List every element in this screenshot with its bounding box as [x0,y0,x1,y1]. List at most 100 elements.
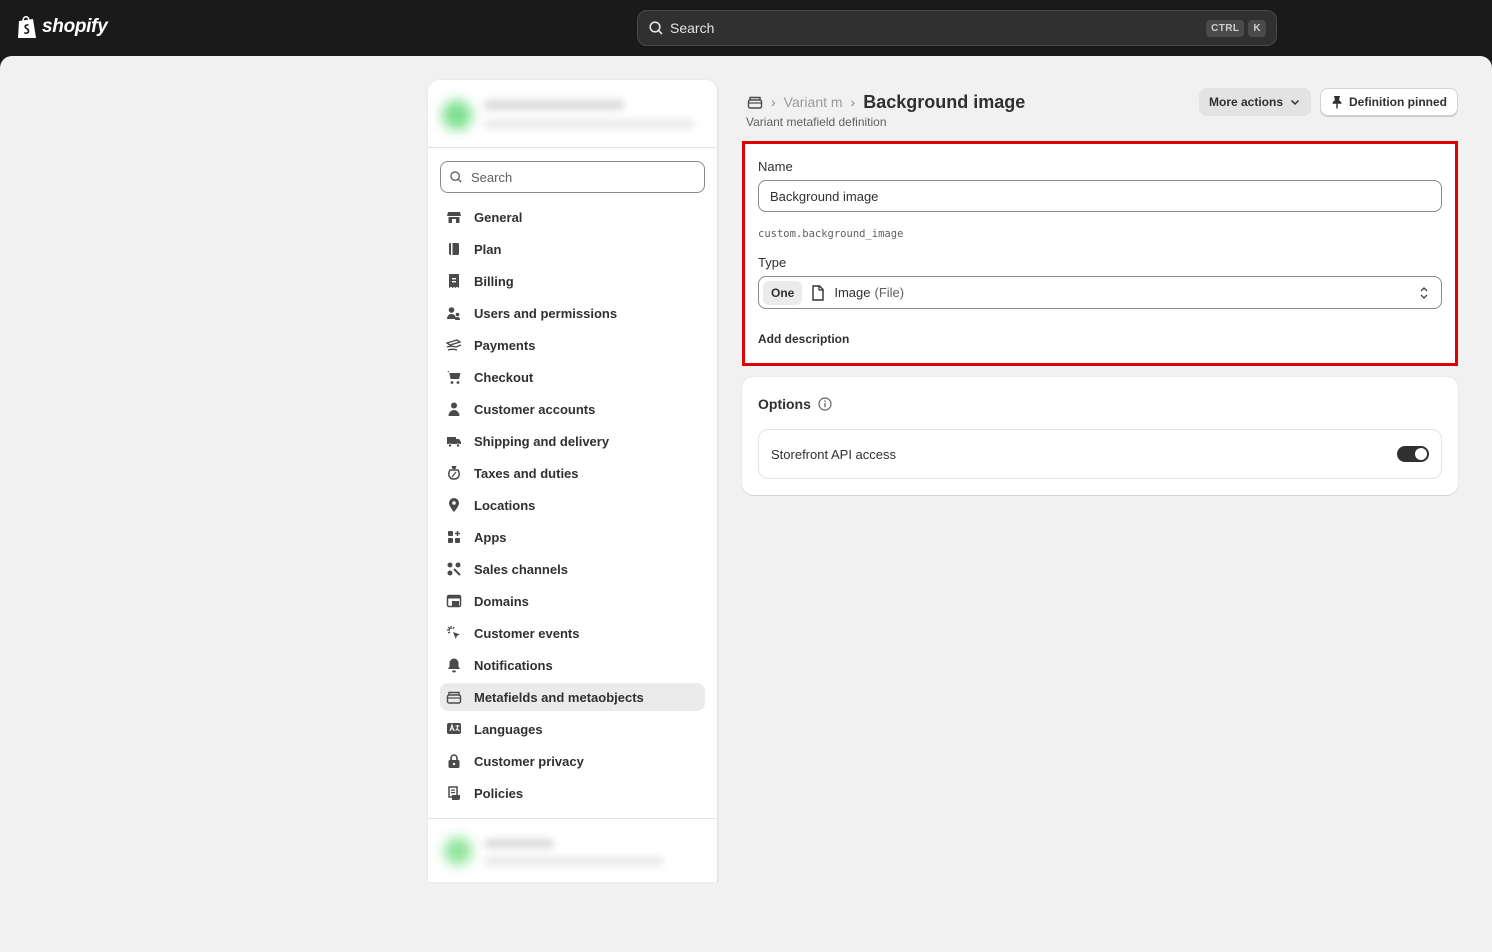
sidebar-item-label: Billing [474,273,514,289]
sidebar-item-users-and-permissions[interactable]: Users and permissions [440,299,705,327]
sidebar-item-general[interactable]: General [440,203,705,231]
toggle-knob [1415,448,1427,460]
store-header-blurred[interactable] [428,80,717,148]
type-select[interactable]: One Image (File) [758,276,1442,309]
type-name: Image [834,285,871,300]
sidebar-item-customer-privacy[interactable]: Customer privacy [440,747,705,775]
sidebar-item-shipping-and-delivery[interactable]: Shipping and delivery [440,427,705,455]
namespace-key: custom.background_image [758,228,904,240]
truck-icon [446,433,462,449]
brand-wordmark: shopify [42,16,108,37]
definition-card: Name custom.background_image Type One Im… [742,141,1458,366]
name-label: Name [758,159,793,174]
metafields-icon [446,689,462,705]
main-surface: General Plan Billing Users and permissio… [0,56,1492,952]
breadcrumb-separator: › [850,94,856,110]
definition-pinned-label: Definition pinned [1349,95,1447,109]
shopify-logo[interactable]: shopify [16,14,108,40]
settings-search[interactable] [440,161,705,193]
sidebar-item-label: Sales channels [474,561,568,577]
sidebar-item-label: Notifications [474,657,553,673]
sidebar-item-billing[interactable]: Billing [440,267,705,295]
sidebar-item-domains[interactable]: Domains [440,587,705,615]
store-footer-blurred[interactable] [428,818,717,882]
sidebar-item-checkout[interactable]: Checkout [440,363,705,391]
settings-sidebar: General Plan Billing Users and permissio… [428,80,718,882]
select-chevrons-icon [1420,287,1428,299]
top-bar: shopify Search CTRL K [0,0,1492,56]
search-icon [649,21,663,35]
storefront-api-access-label: Storefront API access [771,446,897,462]
sidebar-item-label: Customer accounts [474,401,596,417]
person-icon [446,401,462,417]
more-actions-button[interactable]: More actions [1199,88,1312,116]
store-icon [446,209,462,225]
options-card: Options Storefront API access [742,377,1458,495]
sidebar-item-apps[interactable]: Apps [440,523,705,551]
page-subtitle: Variant metafield definition [746,115,887,129]
sidebar-item-label: General [474,209,523,225]
sidebar-item-label: Domains [474,593,529,609]
sidebar-item-label: Users and permissions [474,305,618,321]
receipt-icon [446,273,462,289]
store-url-blurred [484,120,694,128]
global-search-bar[interactable]: Search CTRL K [637,10,1277,46]
sidebar-item-label: Languages [474,721,543,737]
settings-nav: General Plan Billing Users and permissio… [440,203,705,811]
store-avatar [442,100,472,130]
shopify-bag-icon [18,15,36,38]
sidebar-item-label: Checkout [474,369,534,385]
options-title: Options [758,396,811,412]
sidebar-item-label: Locations [474,497,536,513]
tax-icon [446,465,462,481]
breadcrumb-variant-link[interactable]: Variant m [784,94,843,110]
apps-icon [446,529,462,545]
info-icon[interactable] [818,397,832,411]
options-header: Options [758,396,832,412]
add-description-button[interactable]: Add description [758,332,849,346]
store-url-blurred [484,857,664,865]
breadcrumb: › Variant m › Background image [747,90,1025,114]
sidebar-item-plan[interactable]: Plan [440,235,705,263]
storefront-api-access-toggle[interactable] [1397,446,1429,462]
domain-icon [446,593,462,609]
plan-icon [446,241,462,257]
sidebar-item-label: Shipping and delivery [474,433,610,449]
bell-icon [446,657,462,673]
sidebar-item-taxes-and-duties[interactable]: Taxes and duties [440,459,705,487]
chevron-down-icon [1290,99,1300,106]
definition-pinned-button[interactable]: Definition pinned [1320,88,1458,116]
type-cardinality-pill: One [763,280,803,305]
channels-icon [446,561,462,577]
sidebar-item-locations[interactable]: Locations [440,491,705,519]
sidebar-item-payments[interactable]: Payments [440,331,705,359]
type-sub: (File) [874,285,905,300]
users-icon [446,305,462,321]
page-title: Background image [863,91,1026,112]
sidebar-item-label: Customer events [474,625,580,641]
payments-icon [446,337,462,353]
pin-icon [446,497,462,513]
settings-search-input[interactable] [471,169,691,185]
shortcut-key-k: K [1248,19,1266,37]
sidebar-item-notifications[interactable]: Notifications [440,651,705,679]
sidebar-item-label: Plan [474,241,502,257]
name-input[interactable] [758,180,1442,212]
store-name-blurred [484,839,554,848]
metafields-icon[interactable] [747,95,763,109]
sidebar-item-languages[interactable]: Languages [440,715,705,743]
sidebar-item-customer-accounts[interactable]: Customer accounts [440,395,705,423]
storefront-api-access-row: Storefront API access [758,429,1442,479]
type-label: Type [758,255,787,270]
pin-icon [1332,96,1342,109]
sidebar-item-policies[interactable]: Policies [440,779,705,807]
sidebar-item-customer-events[interactable]: Customer events [440,619,705,647]
sidebar-item-label: Payments [474,337,536,353]
sidebar-item-sales-channels[interactable]: Sales channels [440,555,705,583]
store-name-blurred [484,100,624,110]
sidebar-item-metafields-and-metaobjects[interactable]: Metafields and metaobjects [440,683,705,711]
more-actions-label: More actions [1209,95,1284,109]
sidebar-item-label: Apps [474,529,507,545]
shortcut-key-ctrl: CTRL [1206,19,1245,37]
sidebar-item-label: Metafields and metaobjects [474,689,644,705]
